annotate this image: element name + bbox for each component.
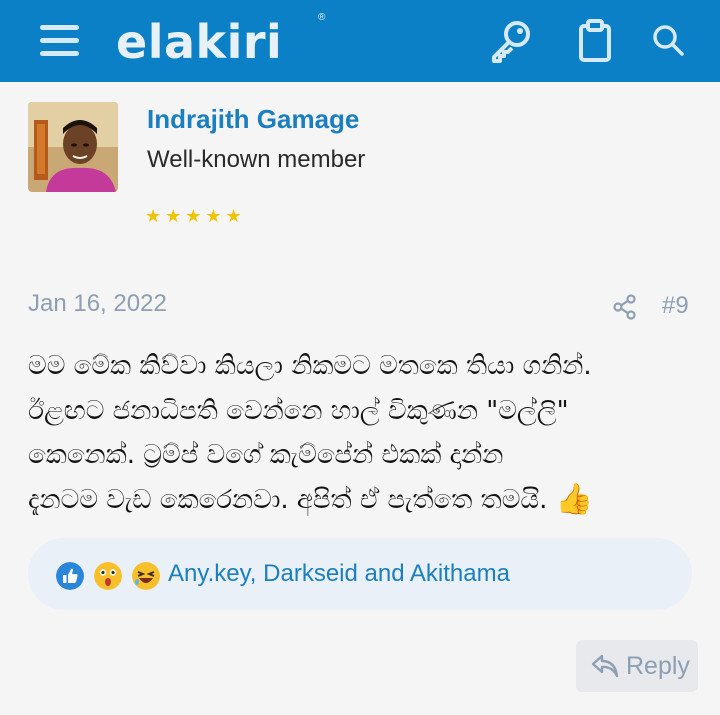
post-body-line: ඊළඟට ජනාධිපති වෙන්නෙ හාල් විකුණන "මල්ලි": [28, 395, 569, 426]
clipboard-icon[interactable]: [572, 18, 618, 64]
author-name[interactable]: Indrajith Gamage: [147, 104, 359, 135]
avatar[interactable]: [28, 102, 118, 192]
reply-icon: [591, 654, 619, 678]
rating-stars: ★★★★★: [145, 206, 246, 226]
post-number-link[interactable]: #9: [662, 292, 689, 320]
author-title: Well-known member: [147, 146, 366, 173]
registered-mark: ®: [318, 12, 326, 23]
post-body-line: කෙනෙක්. ට්‍රම්ප් වගේ කැම්පේන් එකක් දාන්න: [28, 440, 504, 470]
wow-icon[interactable]: [94, 562, 122, 590]
post-body: මම මේක කිව්වා කියලා නිකමට මතකෙ තියා ගනින…: [28, 344, 698, 522]
reply-label: Reply: [626, 652, 690, 680]
post-date[interactable]: Jan 16, 2022: [28, 290, 167, 318]
post-body-line-last: දැනටම වැඩ කෙරෙනවා. අපිත් ඒ පැත්තෙ තමයි. …: [28, 478, 698, 523]
key-icon[interactable]: [488, 18, 534, 64]
reactions-bar: Any.key, Darkseid and Akithama: [28, 538, 692, 610]
haha-icon[interactable]: [132, 562, 160, 590]
share-icon[interactable]: [612, 294, 638, 320]
reply-button[interactable]: Reply: [576, 640, 698, 692]
post-body-line: දැනටම වැඩ කෙරෙනවා. අපිත් ඒ පැත්තෙ තමයි.: [28, 484, 548, 515]
forum-post: Indrajith Gamage Well-known member ★★★★★…: [0, 82, 720, 715]
search-icon[interactable]: [646, 18, 692, 64]
post-body-line: මම මේක කිව්වා කියලා නිකමට මතකෙ තියා ගනින…: [28, 351, 592, 381]
thumbs-up-emoji: 👍: [555, 481, 594, 517]
site-logo[interactable]: elakiri: [116, 14, 282, 70]
like-icon[interactable]: [56, 562, 84, 590]
reaction-users-link[interactable]: Any.key, Darkseid and Akithama: [168, 560, 510, 588]
top-bar: elakiri ®: [0, 0, 720, 82]
menu-icon[interactable]: [40, 22, 80, 58]
